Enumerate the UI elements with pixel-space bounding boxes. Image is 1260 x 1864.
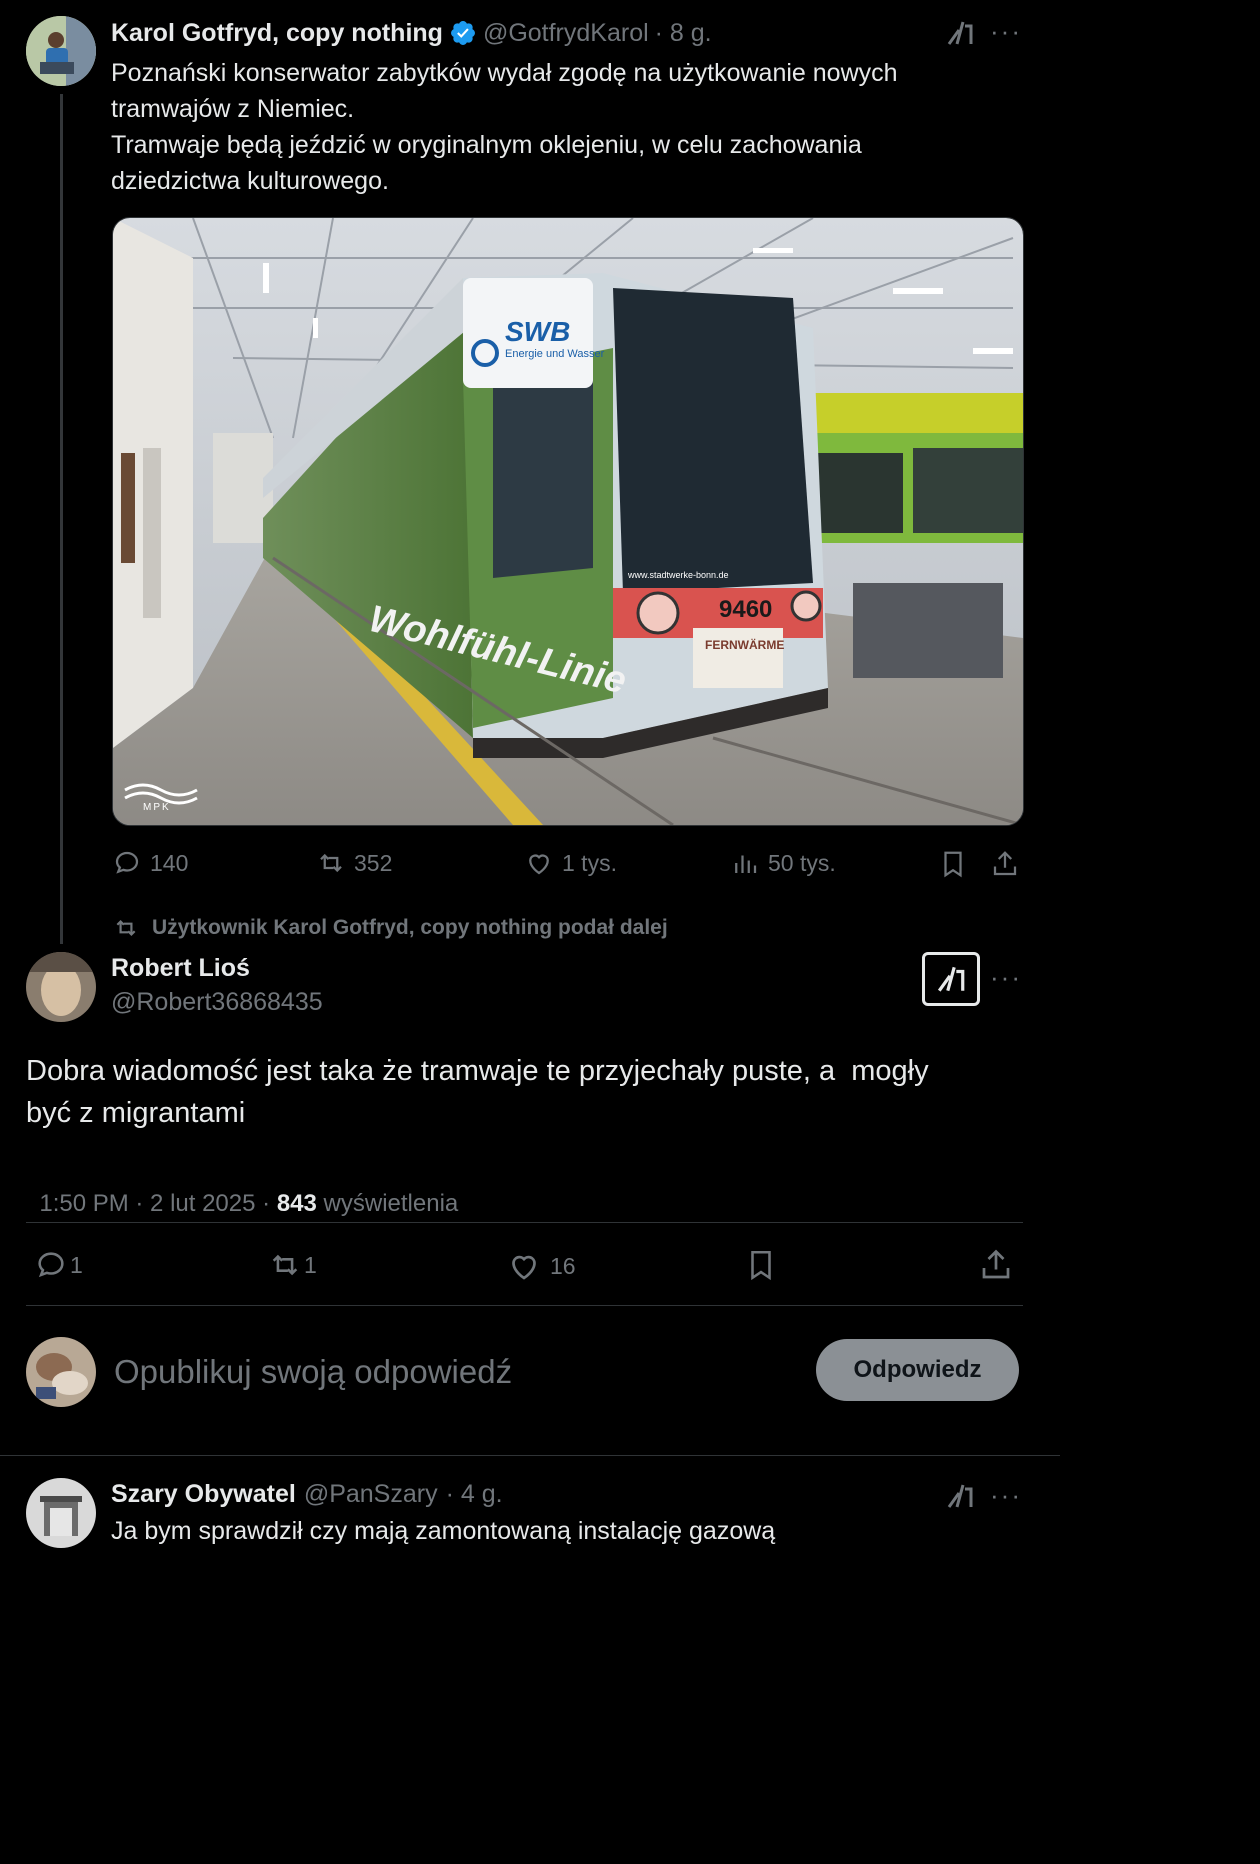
like-icon <box>529 854 549 875</box>
author-name[interactable]: Karol Gotfryd, copy nothing <box>111 19 443 48</box>
views-button[interactable]: 50 tys. <box>730 848 836 878</box>
grok-icon[interactable] <box>945 18 975 48</box>
reply-button[interactable]: 1 <box>34 1248 83 1282</box>
tweet-meta: 1:50 PM · 2 lut 2025 · 843 wyświetlenia <box>26 1162 458 1218</box>
text-line: Poznański konserwator zabytków wydał zgo… <box>111 59 898 87</box>
tweet-timestamp[interactable]: 1:50 PM · 2 lut 2025 · <box>39 1190 276 1217</box>
grok-icon[interactable] <box>922 952 980 1006</box>
swb-sub: Energie und Wasser <box>505 348 605 360</box>
repost-icon <box>272 1254 298 1276</box>
avatar-robert[interactable] <box>26 952 96 1022</box>
verified-icon <box>450 21 475 45</box>
repost-button[interactable]: 352 <box>316 848 392 878</box>
repost-icon <box>116 919 136 937</box>
more-icon[interactable]: ··· <box>990 16 1022 47</box>
like-button[interactable]: 1 tys. <box>524 848 617 878</box>
bookmark-icon[interactable] <box>744 1246 778 1284</box>
section-divider <box>0 1455 1060 1456</box>
repost-count: 1 <box>304 1251 317 1278</box>
tram-number: 9460 <box>719 596 773 623</box>
tweet-time[interactable]: · 4 g. <box>446 1480 503 1509</box>
text-line: Tramwaje będą jeździć w oryginalnym okle… <box>111 131 862 159</box>
divider <box>26 1305 1023 1306</box>
avatar-karol[interactable] <box>26 16 96 86</box>
reply-count: 1 <box>70 1251 83 1278</box>
author-name[interactable]: Robert Lioś <box>111 954 250 983</box>
swb-brand: SWB <box>505 316 571 347</box>
author-handle[interactable]: @GotfrydKarol <box>483 19 649 48</box>
reply-icon <box>115 851 139 874</box>
repost-button[interactable]: 1 <box>268 1248 317 1282</box>
reply-button[interactable]: 140 <box>112 848 188 878</box>
views-label: wyświetlenia <box>316 1190 459 1217</box>
author-handle[interactable]: @PanSzary <box>304 1480 438 1509</box>
share-icon[interactable] <box>978 1246 1014 1284</box>
text-line: dziedzictwa kulturowego. <box>111 167 389 195</box>
fernwaerme-text: FERNWÄRME <box>705 638 785 652</box>
avatar-self[interactable] <box>26 1337 96 1407</box>
text-line: tramwajów z Niemiec. <box>111 95 355 123</box>
grok-icon[interactable] <box>945 1481 975 1511</box>
avatar-szary[interactable] <box>26 1478 96 1548</box>
thread-line <box>60 94 63 944</box>
main-text: Dobra wiadomość jest taka że tramwaje te… <box>26 1050 1026 1134</box>
repost-icon <box>320 853 342 873</box>
bookmark-icon[interactable] <box>938 848 968 880</box>
like-icon <box>512 1255 536 1280</box>
tweet1-text: Poznański konserwator zabytków wydał zgo… <box>111 55 1011 199</box>
tweet-time[interactable]: · 8 g. <box>655 19 712 48</box>
tweet3-header: Szary Obywatel @PanSzary · 4 g. <box>111 1480 503 1509</box>
tweet1-header: Karol Gotfryd, copy nothing @GotfrydKaro… <box>111 17 712 49</box>
reply-input[interactable] <box>112 1345 796 1399</box>
text-line: być z migrantami <box>26 1097 246 1129</box>
text-line: Dobra wiadomość jest taka że tramwaje te… <box>26 1055 929 1087</box>
author-name[interactable]: Szary Obywatel <box>111 1480 296 1509</box>
reply-icon <box>38 1252 64 1278</box>
divider <box>26 1222 1023 1223</box>
tweet-image[interactable]: SWB Energie und Wasser www.stadtwerke-bo… <box>112 217 1024 826</box>
tweet3-text: Ja bym sprawdził czy mają zamontowaną in… <box>111 1517 776 1545</box>
more-icon[interactable]: ··· <box>990 962 1022 993</box>
views-icon <box>735 855 757 873</box>
repost-label-text[interactable]: Użytkownik Karol Gotfryd, copy nothing p… <box>152 916 668 940</box>
views-count: 50 tys. <box>768 849 836 876</box>
reply-button-label: Odpowiedz <box>853 1356 982 1383</box>
like-count: 1 tys. <box>562 849 617 876</box>
url-text: www.stadtwerke-bonn.de <box>628 570 729 580</box>
more-icon[interactable]: ··· <box>990 1480 1022 1511</box>
reply-count: 140 <box>150 849 189 876</box>
reply-button-submit[interactable]: Odpowiedz <box>816 1339 1019 1401</box>
repost-count: 352 <box>354 849 393 876</box>
repost-label: Użytkownik Karol Gotfryd, copy nothing p… <box>112 915 668 941</box>
author-handle[interactable]: @Robert36868435 <box>111 988 323 1017</box>
watermark-mpk: MPK <box>143 802 171 813</box>
share-icon[interactable] <box>990 848 1020 880</box>
like-count: 16 <box>550 1252 576 1279</box>
views-count: 843 <box>276 1190 317 1217</box>
like-button[interactable]: 16 <box>506 1248 576 1284</box>
